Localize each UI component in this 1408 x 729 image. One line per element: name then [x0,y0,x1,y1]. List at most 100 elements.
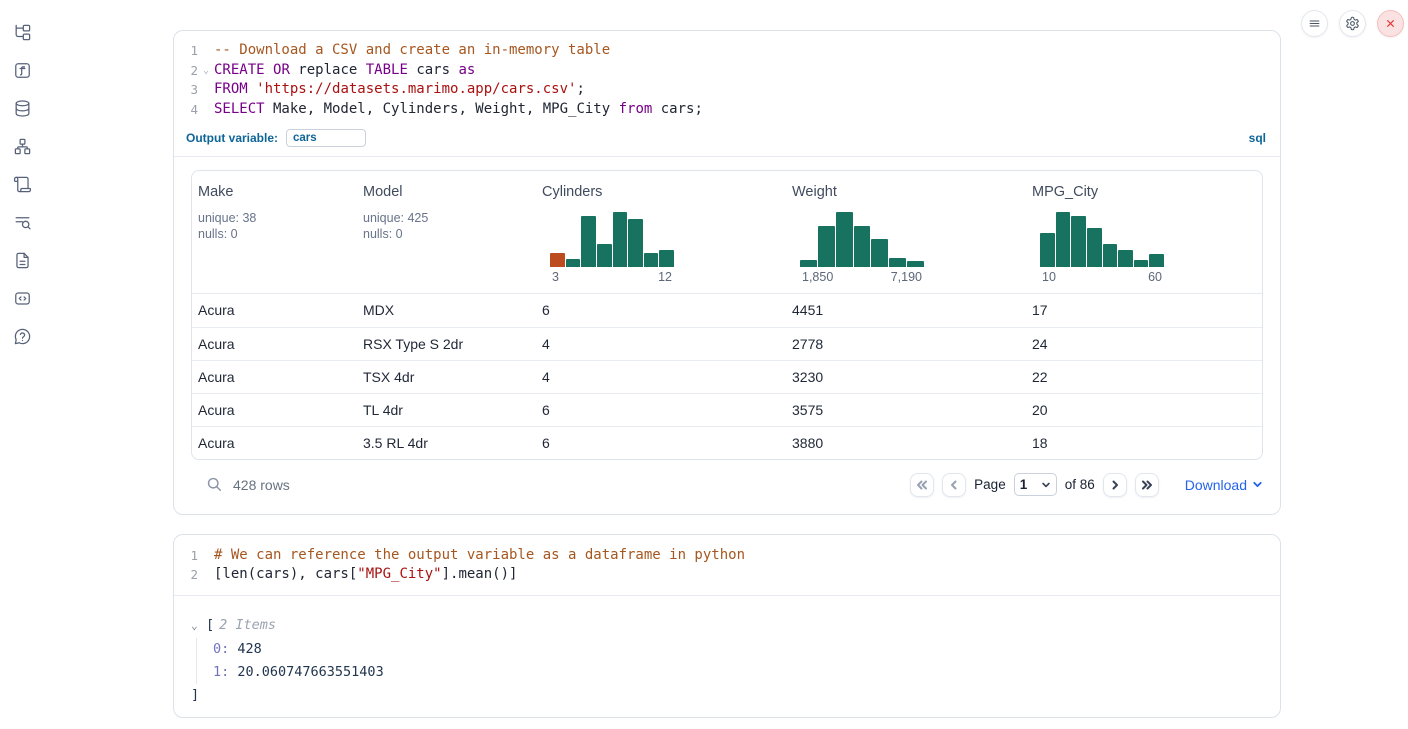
line-number: 1 [174,546,198,566]
histogram-bars [550,212,674,267]
function-icon [13,61,32,80]
histogram-min-label: 10 [1042,270,1056,284]
settings-button[interactable] [1339,10,1366,37]
language-badge: sql [1249,131,1266,145]
close-icon [1383,16,1398,31]
column-histogram: 312 [550,212,674,284]
table-search-button[interactable] [206,476,223,493]
column-header-mpg_city[interactable]: MPG_City 1060 [1026,171,1262,293]
histogram-bar [1056,212,1071,267]
next-page-button[interactable] [1103,473,1127,497]
tree-collapse-icon[interactable]: ⌄ [191,620,201,631]
histogram-bar [1071,216,1086,267]
column-label: Model [363,184,530,200]
column-stats: unique: 425nulls: 0 [363,210,530,243]
table-cell: 24 [1026,336,1262,352]
column-label: Cylinders [542,184,780,200]
table-cell: 3230 [786,369,1026,385]
histogram-bar [550,253,565,267]
gear-icon [1345,16,1360,31]
table-cell: 6 [536,402,786,418]
last-page-button[interactable] [1135,473,1159,497]
histogram-axis: 1060 [1040,270,1164,284]
code-token: -- Download a CSV and create an in-memor… [214,42,610,58]
column-header-weight[interactable]: Weight1,8507,190 [786,171,1026,293]
sidebar-item-scratchpad[interactable] [11,173,33,195]
code-token: cars [408,62,459,78]
histogram-bars [800,212,924,267]
code-token: ].mean()] [442,566,518,582]
code-token: "MPG_City" [357,566,441,582]
previous-page-button[interactable] [942,473,966,497]
code-line: 1-- Download a CSV and create an in-memo… [174,41,1280,61]
column-header-cylinders[interactable]: Cylinders 312 [536,171,786,293]
first-page-button[interactable] [910,473,934,497]
table-cell: 6 [536,435,786,451]
output-variable-input[interactable] [286,129,366,147]
sidebar-item-documentation[interactable] [11,249,33,271]
table-cell: TL 4dr [357,402,536,418]
histogram-bars [1040,212,1164,267]
python-code-editor[interactable]: 1 # We can reference the output variable … [174,535,1280,595]
line-number: 2 [174,565,198,585]
sidebar-item-data-sources[interactable] [11,97,33,119]
sidebar-item-file-tree[interactable] [11,21,33,43]
sql-cell-output: Makeunique: 38nulls: 0 Model unique: 425nu… [174,157,1280,514]
table-cell: 4 [536,369,786,385]
rows-count: 428 rows [233,477,290,493]
close-button[interactable] [1377,10,1404,37]
sidebar-item-logs-search[interactable] [11,211,33,233]
tree-body: 0: 4281: 20.060747663551403 [196,638,1263,684]
sidebar-item-functions[interactable] [11,59,33,81]
column-header-make[interactable]: Makeunique: 38nulls: 0 [192,171,357,293]
table-row[interactable]: Acura3.5 RL 4dr6388018 [192,426,1262,459]
file-tree-icon [13,23,32,42]
code-token: from [619,101,653,117]
table-cell: RSX Type S 2dr [357,336,536,352]
log-search-icon [13,213,32,232]
table-row[interactable]: AcuraTSX 4dr4323022 [192,360,1262,393]
sidebar-item-snippets[interactable] [11,287,33,309]
histogram-bar [628,219,643,267]
table-cell: 17 [1026,302,1262,318]
table-row[interactable]: AcuraRSX Type S 2dr4277824 [192,327,1262,360]
sql-code-editor[interactable]: 1-- Download a CSV and create an in-memo… [174,31,1280,128]
stat-line: unique: 425 [363,210,530,227]
menu-button[interactable] [1301,10,1328,37]
column-header-model[interactable]: Model unique: 425nulls: 0 [357,171,536,293]
sidebar-item-help[interactable] [11,325,33,347]
line-number: 2 [174,61,198,81]
table-cell: 18 [1026,435,1262,451]
histogram-bar [907,261,924,267]
menu-icon [1307,16,1322,31]
code-text: [len(cars), cars["MPG_City"].mean()] [214,565,517,585]
code-token [248,81,256,97]
histogram-axis: 1,8507,190 [800,270,924,284]
page-select[interactable]: 1 [1014,473,1057,496]
sidebar-item-dependency-graph[interactable] [11,135,33,157]
code-token: cars; [652,101,703,117]
table-row[interactable]: AcuraMDX6445117 [192,294,1262,327]
download-button[interactable]: Download [1185,477,1263,493]
table-cell: 22 [1026,369,1262,385]
python-cell-output: ⌄ [ 2 Items 0: 4281: 20.060747663551403 … [174,596,1280,717]
tree-entry-key: 0: [213,641,229,657]
code-token: replace [290,62,366,78]
code-text: -- Download a CSV and create an in-memor… [214,41,610,61]
code-text: CREATE OR replace TABLE cars as [214,61,475,81]
notebook: 1 -- Download a CSV and create an in-memo… [173,30,1281,718]
table-row[interactable]: AcuraTL 4dr6357520 [192,393,1262,426]
histogram-bar [597,244,612,267]
chevron-left-icon [948,479,960,491]
tree-close-bracket: ] [191,687,1263,703]
histogram-min-label: 1,850 [802,270,833,284]
chevron-down-icon [1252,479,1263,490]
code-token: # We can reference the output variable a… [214,547,745,563]
table-body: AcuraMDX6445117AcuraRSX Type S 2dr427782… [192,294,1262,459]
download-label: Download [1185,477,1247,493]
column-label: MPG_City [1032,184,1256,200]
fold-chevron-icon[interactable]: ⌄ [198,66,214,76]
histogram-bar [613,212,628,267]
histogram-max-label: 12 [658,270,672,284]
table-cell: Acura [192,435,357,451]
